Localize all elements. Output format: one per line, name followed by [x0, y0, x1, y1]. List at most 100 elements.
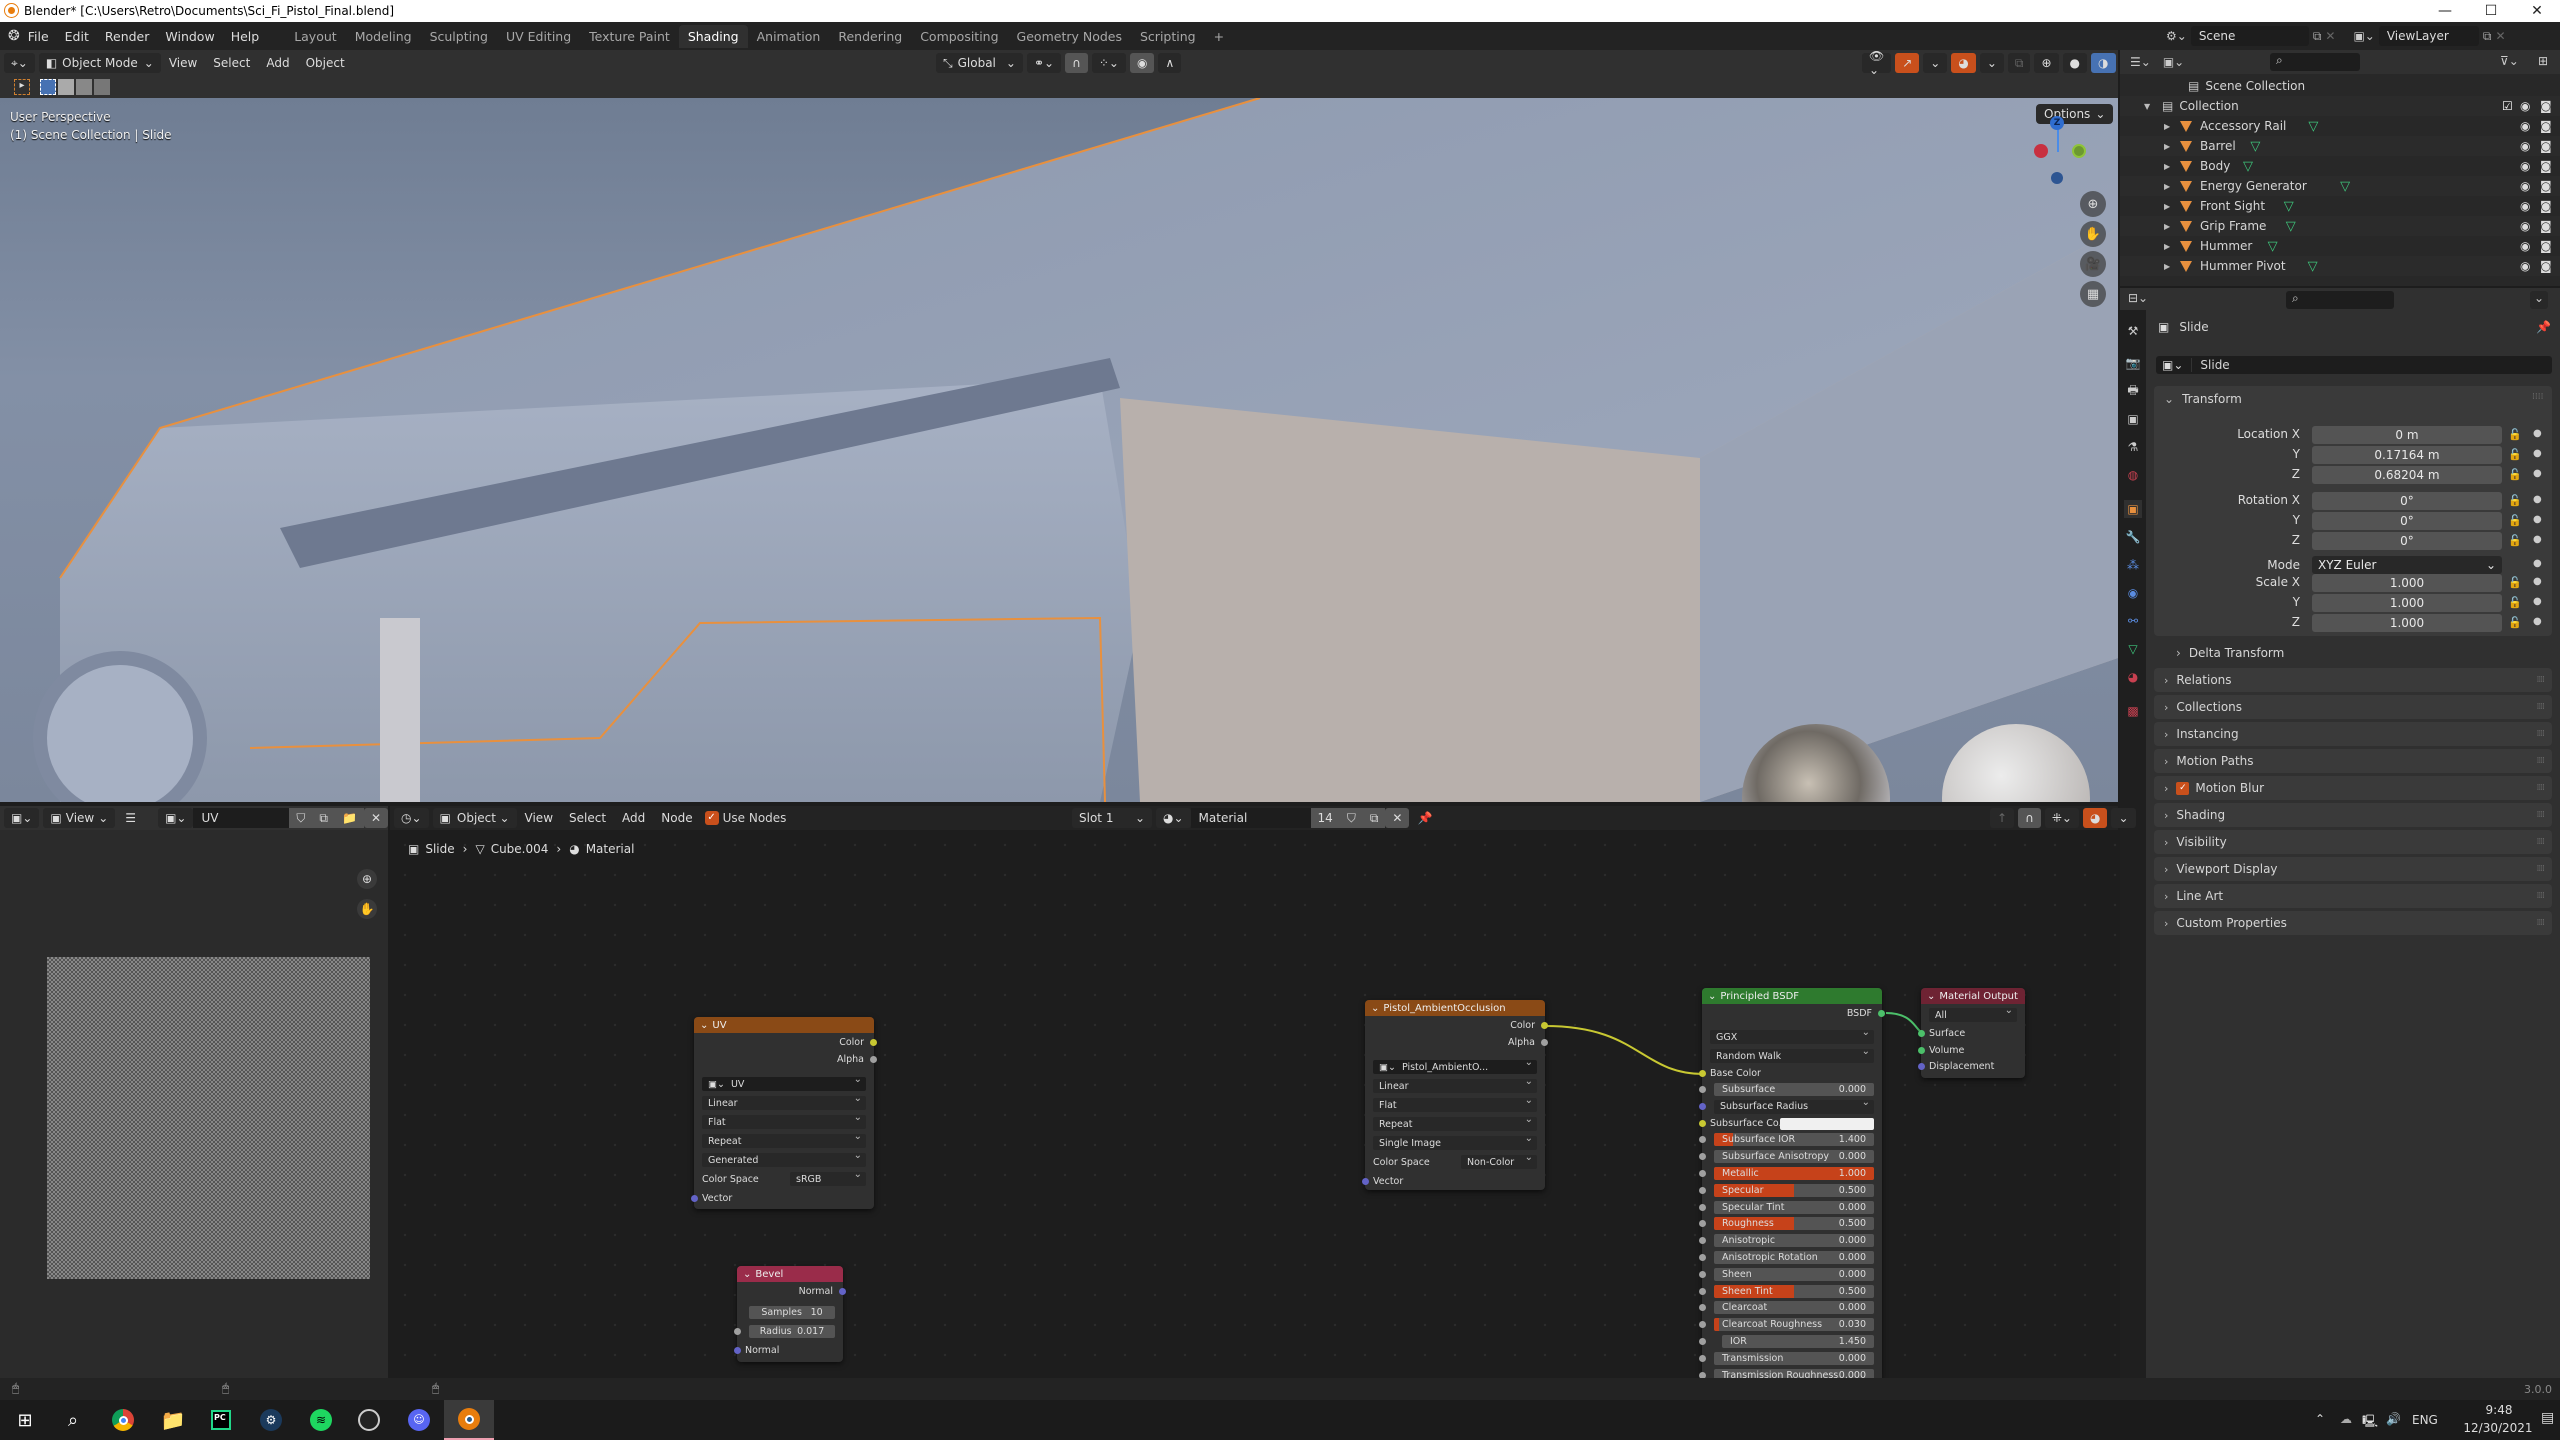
- output-socket[interactable]: [1878, 1009, 1885, 1017]
- extension-dropdown[interactable]: Repeat: [1373, 1114, 1537, 1131]
- filter-view-layer-dropdown[interactable]: ▣⌄: [2163, 55, 2184, 69]
- delete-view-layer-icon[interactable]: ✕: [2495, 29, 2505, 43]
- scene-icon[interactable]: ⚙⌄: [2166, 29, 2187, 43]
- lock-icon[interactable]: 🔓: [2508, 596, 2522, 609]
- viewport-menu-select[interactable]: Select: [205, 56, 258, 70]
- expand-right-icon[interactable]: ▶: [2164, 242, 2174, 251]
- obs-icon[interactable]: [344, 1400, 394, 1440]
- drag-grip-icon[interactable]: ⁞⁞⁞⁞: [2537, 756, 2546, 766]
- camera-render-icon[interactable]: ◙: [2540, 119, 2552, 133]
- tab-geometry-nodes[interactable]: Geometry Nodes: [1008, 25, 1131, 48]
- camera-render-icon[interactable]: ◙: [2540, 199, 2552, 213]
- expand-right-icon[interactable]: ▶: [2164, 202, 2174, 211]
- input-socket[interactable]: [1699, 1069, 1706, 1077]
- camera-render-icon[interactable]: ◙: [2540, 239, 2552, 253]
- display-mode-dropdown[interactable]: ☰⌄: [2130, 55, 2151, 69]
- output-socket[interactable]: [839, 1287, 846, 1295]
- particles-tab-icon[interactable]: ⁂: [2124, 556, 2142, 574]
- panel-instancing[interactable]: › Instancing ⁞⁞⁞⁞: [2154, 722, 2552, 746]
- constraints-tab-icon[interactable]: ⚯: [2124, 612, 2142, 630]
- color-space-dropdown[interactable]: Non-Color: [1461, 1152, 1537, 1169]
- onedrive-error-icon[interactable]: ☁: [2340, 1412, 2352, 1426]
- keyframe-dot-icon[interactable]: ●: [2533, 514, 2542, 525]
- tool-tab-icon[interactable]: ⚒: [2124, 322, 2142, 340]
- interpolation-dropdown[interactable]: Linear: [702, 1093, 866, 1110]
- drag-grip-icon[interactable]: ⁞⁞⁞⁞: [2537, 729, 2546, 739]
- use-nodes-toggle[interactable]: ✓ Use Nodes: [704, 811, 786, 825]
- parent-node-tree-icon[interactable]: ↑: [1990, 808, 2015, 828]
- expand-right-icon[interactable]: ▶: [2164, 222, 2174, 231]
- collapse-chevron-icon[interactable]: ⌄: [700, 1020, 708, 1031]
- exclude-checkbox[interactable]: ☑: [2502, 99, 2513, 113]
- scale-z-field[interactable]: 1.000: [2312, 614, 2502, 632]
- camera-icon[interactable]: 🎥: [2080, 251, 2106, 277]
- panel-shading[interactable]: › Shading ⁞⁞⁞⁞: [2154, 803, 2552, 827]
- location-y-field[interactable]: 0.17164 m: [2312, 446, 2502, 464]
- search-icon[interactable]: ⌕: [48, 1400, 98, 1440]
- outliner-object-row[interactable]: ▶ Hummer Pivot ▽ ◉ ◙: [2120, 256, 2560, 276]
- expand-right-icon[interactable]: ▶: [2164, 262, 2174, 271]
- camera-render-icon[interactable]: ◙: [2540, 179, 2552, 193]
- eye-icon[interactable]: ◉: [2520, 119, 2530, 133]
- grid-icon[interactable]: ▦: [2080, 281, 2106, 307]
- node-principled-bsdf[interactable]: ⌄ Principled BSDF BSDF GGX Random Walk Ba…: [1699, 988, 1885, 1382]
- use-nodes-checkbox[interactable]: ✓: [704, 811, 719, 825]
- viewport-menu-add[interactable]: Add: [258, 56, 297, 70]
- eye-icon[interactable]: ◉: [2520, 99, 2530, 113]
- lock-icon[interactable]: 🔓: [2508, 616, 2522, 629]
- bsdf-slider[interactable]: Roughness 0.500: [1714, 1217, 1874, 1231]
- spotify-icon[interactable]: ≋: [296, 1400, 346, 1440]
- input-socket[interactable]: [1699, 1086, 1706, 1093]
- pan-hand-icon[interactable]: ✋: [2080, 221, 2106, 247]
- snap-element-dropdown[interactable]: ⁜⌄: [2044, 808, 2079, 828]
- mesh-data-icon[interactable]: ▽: [2284, 199, 2294, 214]
- outliner-object-row[interactable]: ▶ Energy Generator ▽ ◉ ◙: [2120, 176, 2560, 196]
- mesh-data-icon[interactable]: ▽: [2243, 159, 2253, 174]
- 3d-viewport[interactable]: User Perspective (1) Scene Collection | …: [0, 98, 2118, 802]
- proportional-falloff-dropdown[interactable]: ∧: [1158, 53, 1182, 73]
- lock-icon[interactable]: 🔓: [2508, 576, 2522, 589]
- color-space-dropdown[interactable]: sRGB: [790, 1169, 866, 1186]
- chrome-icon[interactable]: [98, 1400, 148, 1440]
- blender-taskbar-icon[interactable]: [444, 1400, 494, 1440]
- view-menu[interactable]: ▣ View ⌄: [43, 808, 116, 828]
- tab-scripting[interactable]: Scripting: [1131, 25, 1205, 48]
- world-tab-icon[interactable]: ◍: [2124, 466, 2142, 484]
- wireframe-shading-button[interactable]: ⊕: [2034, 53, 2059, 73]
- bsdf-slider[interactable]: Subsurface IOR 1.400: [1714, 1133, 1874, 1147]
- zoom-icon[interactable]: ⊕: [357, 869, 377, 889]
- collapse-chevron-icon[interactable]: ⌄: [1927, 991, 1935, 1002]
- delta-transform-subpanel[interactable]: › Delta Transform: [2176, 646, 2284, 660]
- node-header[interactable]: ⌄ Pistol_AmbientOcclusion: [1365, 1000, 1545, 1016]
- visibility-selectability-dropdown[interactable]: 👁⌄: [1862, 49, 1892, 77]
- select-extend-icon[interactable]: [58, 79, 74, 95]
- gizmo-x-negative-icon[interactable]: [2034, 144, 2048, 158]
- select-intersect-icon[interactable]: [94, 79, 110, 95]
- rotation-mode-dropdown[interactable]: XYZ Euler ⌄: [2312, 556, 2502, 574]
- scale-x-field[interactable]: 1.000: [2312, 574, 2502, 592]
- overlays-dropdown[interactable]: ⌄: [1979, 53, 2004, 73]
- material-users-count[interactable]: 14: [1310, 808, 1340, 828]
- node-header[interactable]: ⌄ Principled BSDF: [1702, 988, 1882, 1004]
- outliner-object-row[interactable]: ▶ Grip Frame ▽ ◉ ◙: [2120, 216, 2560, 236]
- keyframe-dot-icon[interactable]: ●: [2533, 428, 2542, 439]
- input-socket[interactable]: [691, 1194, 698, 1202]
- outliner-object-row[interactable]: ▶ Front Sight ▽ ◉ ◙: [2120, 196, 2560, 216]
- expand-right-icon[interactable]: ▶: [2164, 182, 2174, 191]
- unlink-image-icon[interactable]: ✕: [363, 808, 388, 828]
- orientation-dropdown[interactable]: ⤡ Global ⌄: [936, 53, 1023, 73]
- projection-dropdown[interactable]: Flat: [1373, 1095, 1537, 1112]
- gizmo-toggle[interactable]: ↗: [1895, 53, 1920, 73]
- gizmo-z-icon[interactable]: Z: [2050, 116, 2064, 130]
- mesh-data-icon[interactable]: ▽: [2308, 259, 2318, 274]
- output-socket[interactable]: [870, 1038, 877, 1046]
- bsdf-slider[interactable]: Anisotropic Rotation 0.000: [1714, 1251, 1874, 1264]
- maximize-button[interactable]: ☐: [2468, 0, 2514, 22]
- image-browse-dropdown[interactable]: ▣⌄: [158, 808, 194, 828]
- outliner-object-row[interactable]: ▶ Accessory Rail ▽ ◉ ◙: [2120, 116, 2560, 136]
- output-tab-icon[interactable]: 🖶: [2124, 382, 2142, 400]
- pin-icon[interactable]: 📌: [1417, 811, 1432, 825]
- editor-type-icon[interactable]: ⊟⌄: [2128, 291, 2148, 305]
- collapse-chevron-icon[interactable]: ⌄: [1708, 991, 1716, 1002]
- projection-dropdown[interactable]: Flat: [702, 1112, 866, 1129]
